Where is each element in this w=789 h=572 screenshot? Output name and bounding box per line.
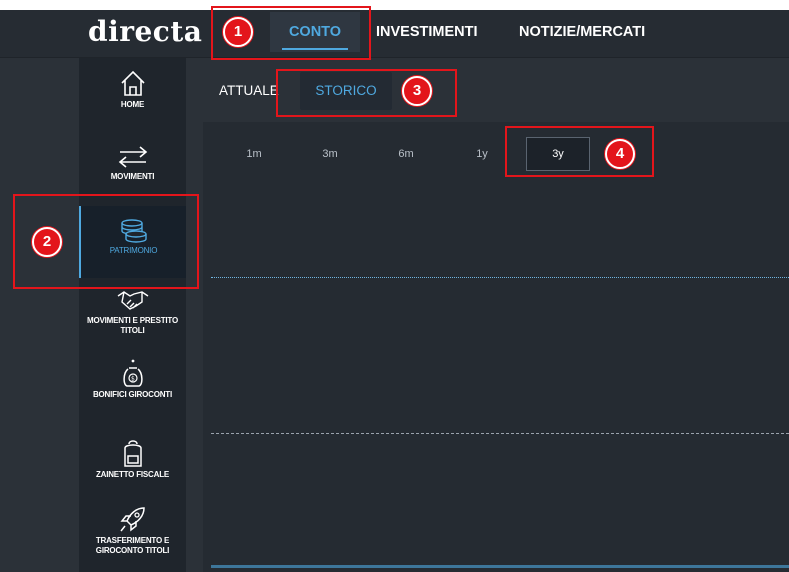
nav-notizie-mercati[interactable]: NOTIZIE/MERCATI	[519, 12, 645, 52]
sidebar-label-home: HOME	[120, 100, 145, 109]
directa-logo[interactable]: directa	[88, 10, 202, 54]
sidebar-label-trasferimento: TRASFERIMENTO E GIROCONTO TITOLI	[95, 536, 170, 555]
nav-investimenti[interactable]: INVESTIMENTI	[376, 12, 478, 52]
rocket-icon	[119, 507, 145, 532]
chart-gridline	[211, 433, 789, 434]
sidebar-label-movimenti-prestito: MOVIMENTI E PRESTITO TITOLI	[87, 316, 178, 335]
sidebar-label-movimenti: MOVIMENTI	[110, 172, 155, 181]
callout-badge-1: 1	[223, 17, 253, 47]
sidebar: HOME MOVIMENTI PATRIMONIO MOVIMENTI E PR…	[79, 58, 186, 572]
tab-attuale[interactable]: ATTUALE	[219, 72, 279, 110]
backpack-icon	[123, 440, 142, 467]
chart-gridline	[211, 277, 789, 278]
handshake-icon	[117, 291, 148, 310]
sidebar-item-bonifici-giroconti[interactable]: $ BONIFICI GIROCONTI	[79, 358, 186, 418]
sidebar-item-trasferimento-giroconto-titoli[interactable]: TRASFERIMENTO E GIROCONTO TITOLI	[79, 504, 186, 564]
transfer-arrows-icon	[118, 146, 147, 168]
sidebar-label-zainetto: ZAINETTO FISCALE	[95, 470, 170, 479]
range-6m-button[interactable]: 6m	[388, 140, 424, 168]
sidebar-item-home[interactable]: HOME	[79, 68, 186, 128]
top-bar: directa CONTO INVESTIMENTI NOTIZIE/MERCA…	[0, 0, 789, 58]
range-3m-button[interactable]: 3m	[312, 140, 348, 168]
chart-baseline	[211, 565, 789, 568]
home-icon	[120, 70, 145, 96]
range-1y-button[interactable]: 1y	[464, 140, 500, 168]
range-1m-button[interactable]: 1m	[236, 140, 272, 168]
sidebar-item-movimenti[interactable]: MOVIMENTI	[79, 144, 186, 190]
callout-badge-4: 4	[605, 139, 635, 169]
money-bag-icon: $	[122, 359, 143, 387]
sidebar-item-movimenti-prestito-titoli[interactable]: MOVIMENTI E PRESTITO TITOLI	[79, 286, 186, 342]
chart-panel	[203, 122, 789, 572]
sidebar-item-zainetto-fiscale[interactable]: ZAINETTO FISCALE	[79, 438, 186, 488]
callout-badge-2: 2	[32, 227, 62, 257]
callout-badge-3: 3	[402, 76, 432, 106]
sidebar-label-bonifici: BONIFICI GIROCONTI	[92, 390, 173, 399]
svg-text:$: $	[131, 376, 135, 383]
